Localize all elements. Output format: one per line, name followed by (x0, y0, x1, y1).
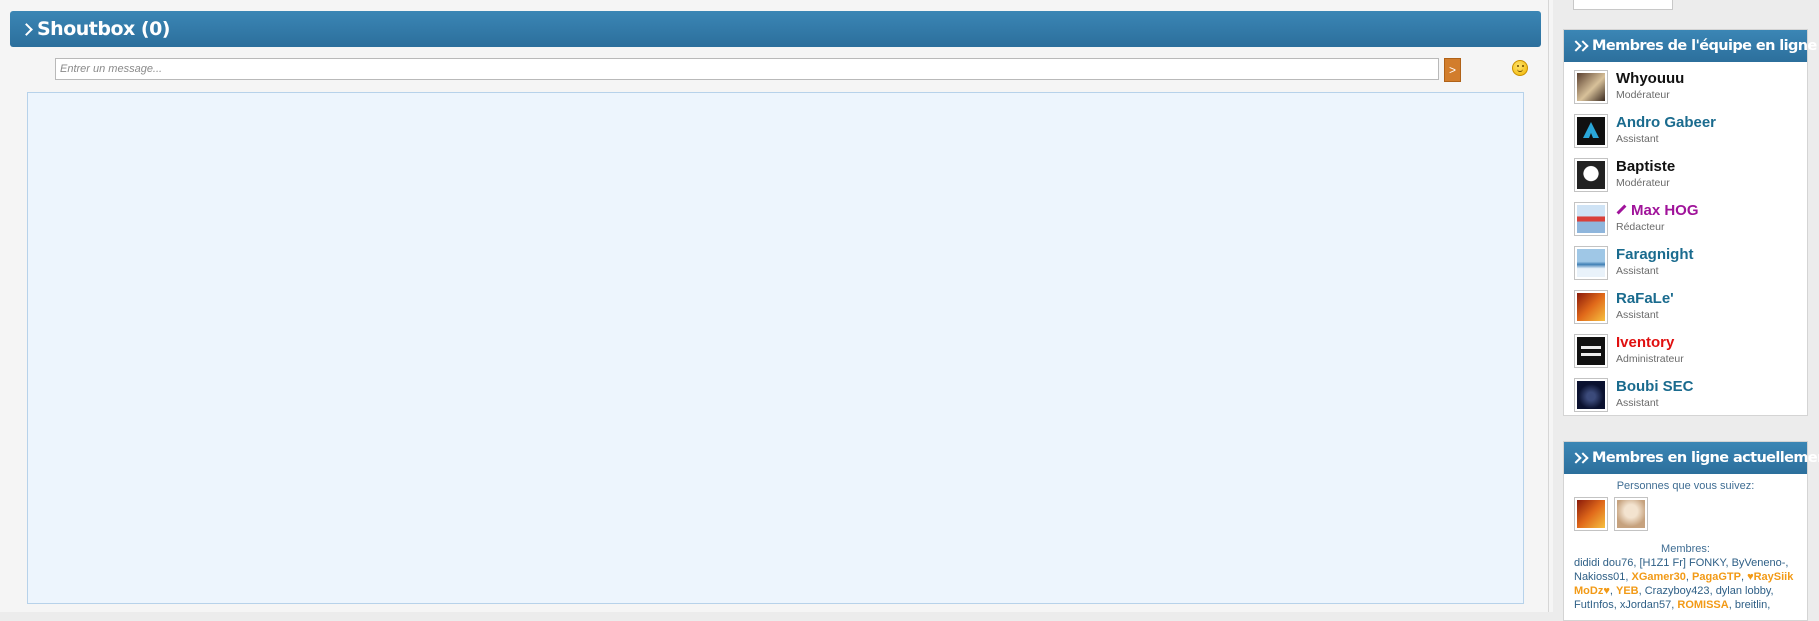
avatar[interactable] (1574, 497, 1608, 531)
avatar[interactable] (1574, 246, 1608, 280)
main-area: Shoutbox (0) > (0, 0, 1553, 612)
online-member-link[interactable]: [H1Z1 Fr] FONKY (1639, 557, 1725, 569)
team-member-name-text: Max HOG (1631, 202, 1699, 219)
team-member-row[interactable]: Boubi SEC Assistant (1564, 374, 1807, 418)
team-member-row[interactable]: Faragnight Assistant (1564, 242, 1807, 286)
online-member-link[interactable]: dylan lobby (1716, 585, 1771, 597)
online-member-link[interactable]: PagaGTP (1692, 571, 1741, 583)
team-member-role: Assistant (1616, 133, 1659, 145)
team-member-role: Rédacteur (1616, 221, 1665, 233)
online-member-link[interactable]: FutInfos (1574, 599, 1614, 611)
online-member-link[interactable]: YEB (1616, 585, 1639, 597)
team-member-row[interactable]: Baptiste Modérateur (1564, 154, 1807, 198)
online-member-link[interactable]: Nakioss01 (1574, 571, 1625, 583)
team-member-name[interactable]: Baptiste (1616, 158, 1675, 175)
avatar[interactable] (1574, 114, 1608, 148)
team-panel-header: Membres de l'équipe en ligne (1564, 30, 1817, 62)
team-online-panel: Membres de l'équipe en ligne Whyouuu Mod… (1563, 29, 1817, 418)
sidebar-top-box (1573, 0, 1673, 10)
team-member-role: Assistant (1616, 397, 1659, 409)
online-panel-title: Membres en ligne actuellement (1592, 450, 1819, 466)
avatar[interactable] (1574, 202, 1608, 236)
team-member-role: Assistant (1616, 265, 1659, 277)
online-panel-header: Membres en ligne actuellement (1564, 442, 1819, 474)
avatar[interactable] (1574, 290, 1608, 324)
online-member-link[interactable]: xJordan57 (1620, 599, 1671, 611)
chevron-right-icon (20, 22, 33, 36)
online-member-link[interactable]: Crazyboy423 (1645, 585, 1710, 597)
team-panel-title: Membres de l'équipe en ligne (1592, 38, 1817, 54)
team-member-name[interactable]: RaFaLe' (1616, 290, 1674, 307)
members-list: dididi dou76, [H1Z1 Fr] FONKY, ByVeneno-… (1574, 557, 1794, 611)
avatar[interactable] (1574, 334, 1608, 368)
team-member-name[interactable]: Boubi SEC (1616, 378, 1694, 395)
members-label: Membres: (1661, 543, 1710, 555)
team-member-role: Administrateur (1616, 353, 1684, 365)
column-divider (1548, 0, 1549, 612)
online-member-link[interactable]: breitlin (1735, 599, 1767, 611)
online-panel-body: Personnes que vous suivez: Membres: didi… (1564, 474, 1807, 612)
pencil-icon (1616, 204, 1627, 214)
team-member-name[interactable]: Andro Gabeer (1616, 114, 1716, 131)
followed-avatars (1574, 497, 1797, 533)
messages-area[interactable] (27, 92, 1524, 604)
team-member-role: Modérateur (1616, 89, 1670, 101)
team-member-row[interactable]: Max HOG Rédacteur (1564, 198, 1807, 242)
shoutbox-header: Shoutbox (0) (10, 11, 1541, 47)
team-list: Whyouuu Modérateur Andro Gabeer Assistan… (1564, 62, 1807, 418)
team-member-row[interactable]: Iventory Administrateur (1564, 330, 1807, 374)
team-member-name[interactable]: Faragnight (1616, 246, 1694, 263)
message-input[interactable] (55, 58, 1439, 80)
send-button[interactable]: > (1444, 58, 1461, 82)
sidebar: Membres de l'équipe en ligne Whyouuu Mod… (1553, 0, 1819, 621)
avatar[interactable] (1574, 378, 1608, 412)
team-member-row[interactable]: Andro Gabeer Assistant (1564, 110, 1807, 154)
online-member-link[interactable]: ByVeneno- (1732, 557, 1786, 569)
avatar[interactable] (1574, 158, 1608, 192)
avatar[interactable] (1614, 497, 1648, 531)
double-chevron-icon (1570, 40, 1589, 52)
online-member-link[interactable]: XGamer30 (1631, 571, 1685, 583)
double-chevron-icon (1570, 452, 1589, 464)
avatar[interactable] (1574, 70, 1608, 104)
online-member-link[interactable]: dididi dou76 (1574, 557, 1633, 569)
team-member-name[interactable]: Iventory (1616, 334, 1674, 351)
smiley-icon[interactable] (1512, 60, 1528, 76)
online-members-panel: Membres en ligne actuellement Personnes … (1563, 441, 1819, 621)
shoutbox-title: Shoutbox (0) (37, 18, 170, 40)
team-member-role: Assistant (1616, 309, 1659, 321)
followed-label: Personnes que vous suivez: (1616, 480, 1755, 492)
team-member-name[interactable]: Max HOG (1616, 202, 1699, 219)
team-member-role: Modérateur (1616, 177, 1670, 189)
team-member-row[interactable]: Whyouuu Modérateur (1564, 66, 1807, 110)
team-member-name[interactable]: Whyouuu (1616, 70, 1684, 87)
team-member-row[interactable]: RaFaLe' Assistant (1564, 286, 1807, 330)
online-member-link[interactable]: ROMISSA (1677, 599, 1728, 611)
